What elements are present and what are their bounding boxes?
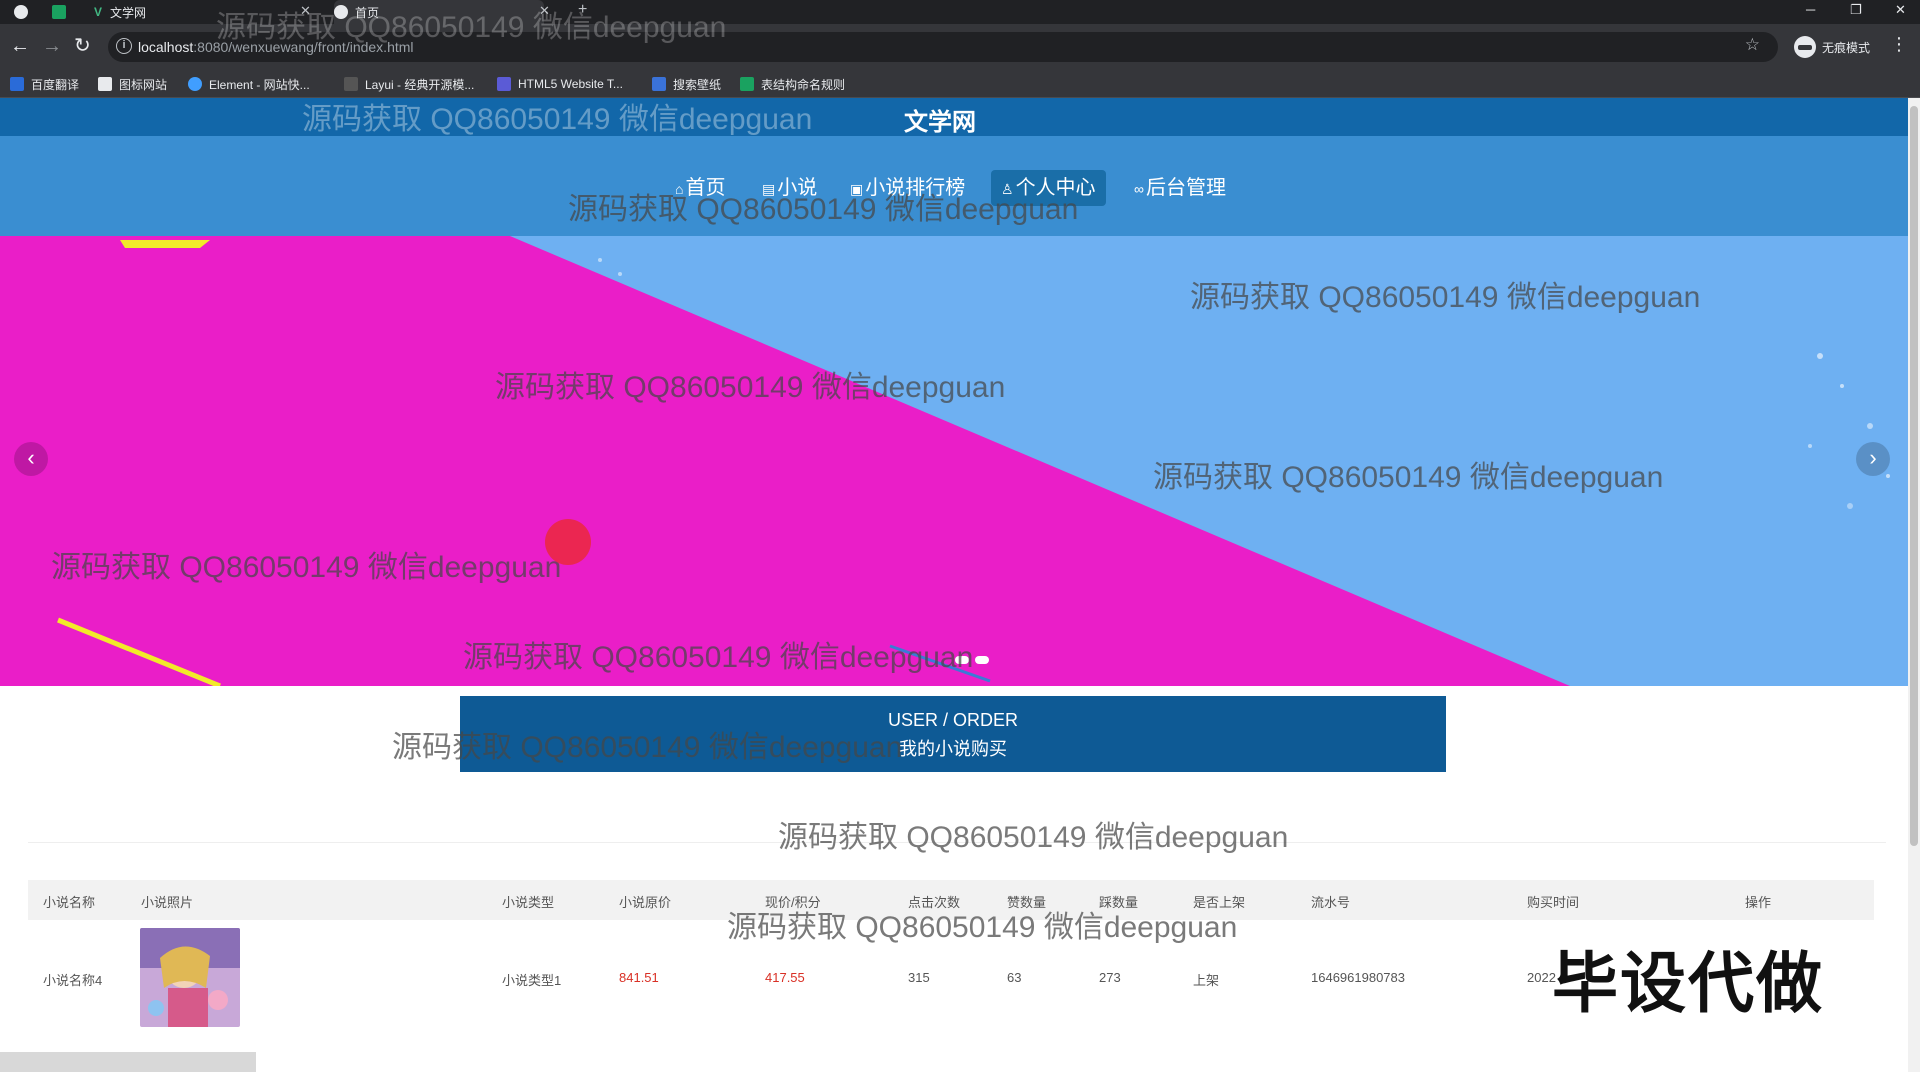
nav-ranking[interactable]: ▣ 小说排行榜	[840, 170, 975, 206]
sheet-icon	[740, 77, 754, 91]
cell-name: 小说名称4	[43, 973, 103, 988]
site-title: 文学网	[904, 109, 976, 136]
novel-cover-image[interactable]	[140, 928, 240, 1027]
col-header: 赞数量	[1007, 895, 1047, 910]
flag-icon	[98, 77, 112, 91]
nav-novels[interactable]: ▤ 小说	[752, 170, 827, 206]
site-info-icon[interactable]: i	[116, 38, 132, 54]
col-header: 操作	[1745, 895, 1772, 910]
translate-icon	[10, 77, 24, 91]
section-title-cn: 我的小说购买	[899, 739, 1007, 759]
cell-dislikes: 273	[1099, 970, 1121, 985]
globe-icon	[334, 5, 348, 19]
cell-type: 小说类型1	[502, 973, 562, 988]
cell-original-price: 841.51	[619, 970, 659, 985]
back-icon[interactable]: ←	[10, 34, 30, 58]
bookmark-item[interactable]: 图标网站	[98, 75, 167, 93]
watermark-text: 源码获取 QQ86050149 微信deepguan	[778, 821, 1289, 854]
url-input[interactable]: i localhost:8080/wenxuewang/front/index.…	[108, 32, 1778, 62]
col-header: 购买时间	[1527, 895, 1580, 910]
bookmarks-bar: 百度翻译 图标网站 Element - 网站快... Layui - 经典开源模…	[0, 70, 1920, 98]
status-popup-fragment	[0, 1052, 256, 1072]
page-scrollbar[interactable]	[1908, 98, 1920, 1072]
col-header: 踩数量	[1099, 895, 1139, 910]
cell-on-shelf: 上架	[1193, 973, 1220, 988]
bookmark-item[interactable]: Element - 网站快...	[188, 75, 310, 93]
nav-admin[interactable]: ∞ 后台管理	[1124, 170, 1236, 206]
table-header: 小说名称 小说照片 小说类型 小说原价 现价/积分 点击次数 赞数量 踩数量 是…	[28, 880, 1874, 920]
layui-logo-icon	[344, 77, 358, 91]
chrome-menu-icon[interactable]	[14, 0, 28, 24]
section-title-en: USER / ORDER	[887, 710, 1019, 730]
pinned-tab[interactable]	[52, 0, 66, 24]
carousel-indicators	[955, 656, 989, 664]
browser-tab-strip: V 文学网 ✕ 首页 ✕ + ─ ❐ ✕	[0, 0, 1920, 24]
bookmark-item[interactable]: HTML5 Website T...	[497, 75, 623, 93]
cell-likes: 63	[1007, 970, 1022, 985]
main-nav: ⌂ 首页 ▤ 小说 ▣ 小说排行榜 ♙ 个人中心 ∞ 后台管理	[0, 136, 1908, 236]
col-header: 点击次数	[908, 895, 961, 910]
close-tab-icon[interactable]: ✕	[539, 3, 550, 19]
url-text: localhost:8080/wenxuewang/front/index.ht…	[138, 39, 414, 55]
minimize-icon[interactable]: ─	[1806, 2, 1815, 17]
cell-clicks: 315	[908, 970, 930, 985]
site-header: 文学网	[0, 98, 1908, 136]
element-logo-icon	[188, 77, 202, 91]
tab-wenxuewang[interactable]: V 文学网	[94, 0, 312, 24]
new-tab-button[interactable]: +	[578, 1, 587, 19]
section-header: USER / ORDER 我的小说购买	[460, 696, 1446, 772]
cell-current-price: 417.55	[765, 970, 805, 985]
col-header: 小说类型	[502, 895, 555, 910]
home-icon: ⌂	[675, 181, 684, 197]
bookmark-item[interactable]: 百度翻译	[10, 75, 79, 93]
nav-home[interactable]: ⌂ 首页	[665, 170, 735, 206]
col-header: 小说原价	[619, 895, 672, 910]
incognito-icon	[1794, 36, 1816, 58]
bookmark-item[interactable]: 搜索壁纸	[652, 75, 721, 93]
wallpaper-icon	[652, 77, 666, 91]
incognito-badge[interactable]: 无痕模式	[1794, 32, 1870, 62]
carousel-dot[interactable]	[975, 656, 989, 664]
v-logo-icon: V	[94, 5, 103, 19]
link-icon: ∞	[1134, 181, 1144, 197]
tab-title: 首页	[355, 5, 380, 20]
gift-icon: ▣	[850, 181, 864, 197]
divider	[28, 842, 1886, 843]
restore-icon[interactable]: ❐	[1850, 2, 1862, 18]
scrollbar-thumb[interactable]	[1910, 106, 1918, 846]
incognito-label: 无痕模式	[1822, 40, 1871, 55]
carousel-next-button[interactable]: ›	[1856, 442, 1890, 476]
banner-image	[0, 236, 1908, 686]
col-header: 小说照片	[141, 895, 194, 910]
nav-user-center[interactable]: ♙ 个人中心	[991, 170, 1106, 206]
tab-title: 文学网	[110, 5, 147, 20]
forward-icon[interactable]: →	[42, 34, 62, 58]
carousel-dot[interactable]	[955, 656, 969, 664]
close-window-icon[interactable]: ✕	[1895, 2, 1906, 18]
close-tab-icon[interactable]: ✕	[300, 3, 311, 19]
bookmark-item[interactable]: Layui - 经典开源模...	[344, 75, 474, 93]
col-header: 流水号	[1311, 895, 1351, 910]
address-bar-row: ← → ↻ i localhost:8080/wenxuewang/front/…	[0, 24, 1920, 70]
reload-icon[interactable]: ↻	[74, 34, 91, 58]
col-header: 现价/积分	[765, 895, 821, 910]
promo-stamp: 毕设代做	[1552, 946, 1824, 1020]
col-header: 小说名称	[43, 895, 96, 910]
bookmark-item[interactable]: 表结构命名规则	[740, 75, 845, 93]
col-header: 是否上架	[1193, 895, 1246, 910]
banner-carousel[interactable]	[0, 236, 1908, 686]
user-icon: ♙	[1001, 181, 1014, 197]
tab-home[interactable]: 首页	[334, 0, 544, 24]
cursor-highlight	[545, 519, 591, 565]
book-icon: ▤	[762, 181, 776, 197]
html5-icon	[497, 77, 511, 91]
cell-serial: 1646961980783	[1311, 970, 1405, 985]
carousel-prev-button[interactable]: ‹	[14, 442, 48, 476]
browser-menu-icon[interactable]: ⋮	[1890, 34, 1908, 55]
bookmark-star-icon[interactable]: ☆	[1745, 35, 1760, 55]
